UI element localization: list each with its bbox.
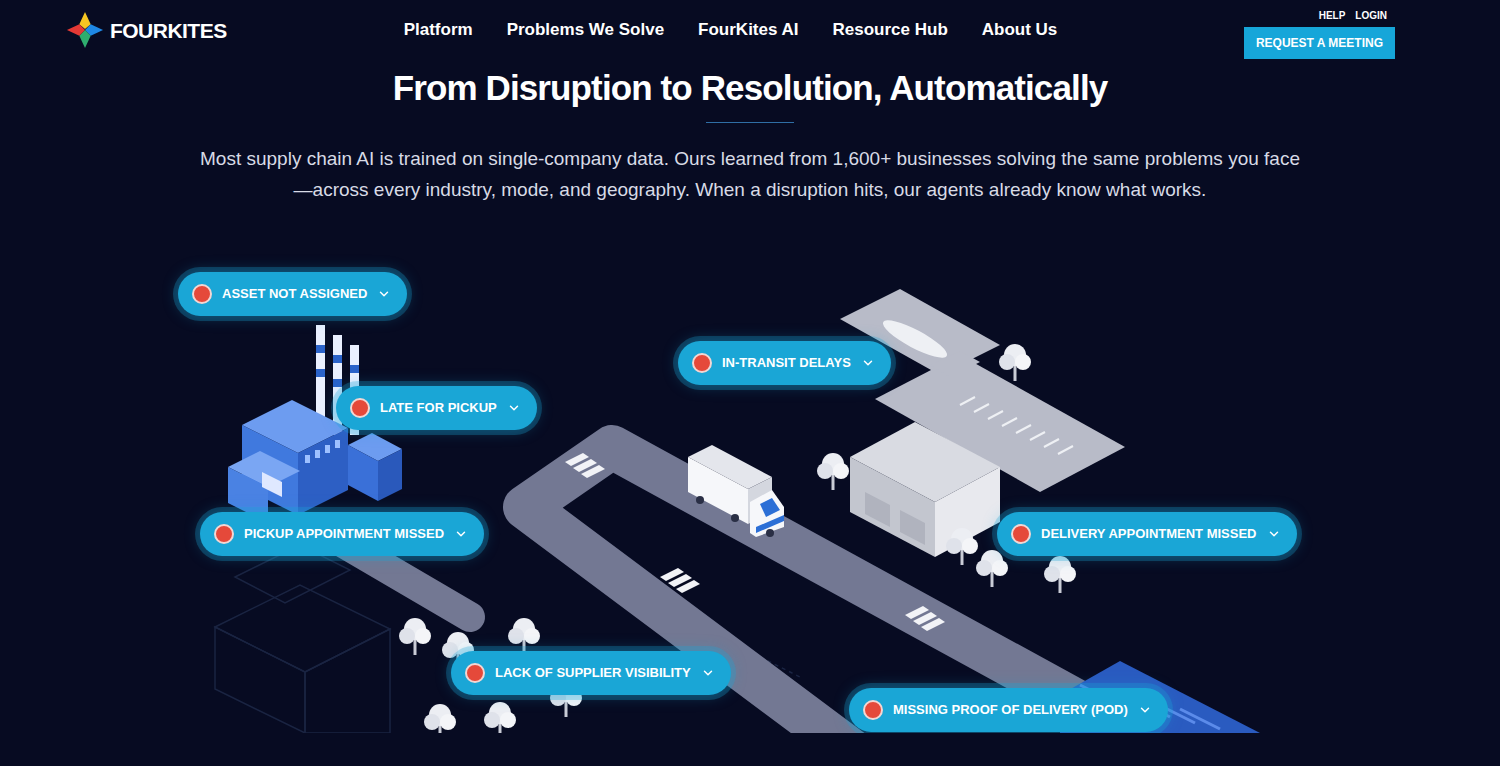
fourkites-logo-icon	[66, 11, 104, 49]
chevron-down-icon	[1267, 527, 1281, 541]
tree-icon	[999, 344, 1031, 381]
status-dot-icon	[214, 524, 234, 544]
utility-link[interactable]: HELP	[1319, 8, 1346, 23]
disruption-pin[interactable]: LATE FOR PICKUP	[336, 386, 537, 430]
logo[interactable]: FOURKITES	[66, 11, 256, 49]
disruption-pin[interactable]: ASSET NOT ASSIGNED	[178, 272, 407, 316]
page: FOURKITES Platform Problems We Solve FourKi…	[0, 0, 1500, 766]
top-nav: FOURKITES Platform Problems We Solve FourKi…	[0, 0, 1500, 60]
disruption-label: MISSING PROOF OF DELIVERY (POD)	[893, 702, 1128, 718]
status-dot-icon	[465, 663, 485, 683]
status-dot-icon	[692, 353, 712, 373]
tree-icon	[399, 618, 431, 655]
chevron-down-icon	[701, 666, 715, 680]
lane-arrow-icon	[660, 568, 700, 593]
disruption-label: LATE FOR PICKUP	[380, 400, 497, 416]
tree-icon	[976, 550, 1008, 587]
truck-icon	[688, 445, 784, 537]
nav-item[interactable]: Resource Hub	[833, 17, 948, 43]
hero-description: Most supply chain AI is trained on singl…	[195, 143, 1305, 205]
disruption-pin[interactable]: PICKUP APPOINTMENT MISSED	[200, 512, 484, 556]
disruption-pin[interactable]: DELIVERY APPOINTMENT MISSED	[997, 512, 1297, 556]
disruption-label: LACK OF SUPPLIER VISIBILITY	[495, 665, 691, 681]
status-dot-icon	[350, 398, 370, 418]
nav-item[interactable]: Problems We Solve	[507, 17, 664, 43]
title-divider	[706, 122, 794, 123]
lane-arrow-icon	[565, 453, 605, 478]
disruption-label: DELIVERY APPOINTMENT MISSED	[1041, 526, 1257, 542]
nav-item[interactable]: FourKites AI	[698, 17, 798, 43]
tree-icon	[508, 618, 540, 655]
tree-icon	[484, 702, 516, 733]
tree-icon	[424, 704, 456, 733]
utility-area: HELP LOGIN REQUEST A MEETING	[1205, 2, 1395, 59]
hero-title: From Disruption to Resolution, Automatic…	[393, 66, 1108, 110]
disruption-label: PICKUP APPOINTMENT MISSED	[244, 526, 444, 542]
status-dot-icon	[863, 700, 883, 720]
chevron-down-icon	[861, 356, 875, 370]
tree-icon	[946, 528, 978, 565]
main-nav: Platform Problems We Solve FourKites AI Res…	[256, 17, 1205, 43]
status-dot-icon	[192, 284, 212, 304]
nav-item[interactable]: Platform	[404, 17, 473, 43]
disruption-label: ASSET NOT ASSIGNED	[222, 286, 367, 302]
nav-item[interactable]: About Us	[982, 17, 1058, 43]
warehouse	[850, 422, 1000, 557]
utility-link[interactable]: LOGIN	[1355, 8, 1387, 23]
tree-icon	[817, 453, 849, 490]
hero: From Disruption to Resolution, Automatic…	[0, 60, 1500, 205]
chevron-down-icon	[507, 401, 521, 415]
request-meeting-button[interactable]: REQUEST A MEETING	[1244, 27, 1395, 59]
chevron-down-icon	[377, 287, 391, 301]
disruption-label: IN-TRANSIT DELAYS	[722, 355, 851, 371]
disruption-pin[interactable]: LACK OF SUPPLIER VISIBILITY	[451, 651, 731, 695]
chevron-down-icon	[1138, 703, 1152, 717]
disruption-pin[interactable]: IN-TRANSIT DELAYS	[678, 341, 891, 385]
status-dot-icon	[1011, 524, 1031, 544]
chevron-down-icon	[454, 527, 468, 541]
disruption-map: ASSET NOT ASSIGNED LATE FOR PICKUP IN-TRAN…	[0, 217, 1500, 733]
tree-icon	[1044, 556, 1076, 593]
disruption-pin[interactable]: MISSING PROOF OF DELIVERY (POD)	[849, 688, 1168, 732]
lane-arrow-icon	[905, 606, 945, 631]
